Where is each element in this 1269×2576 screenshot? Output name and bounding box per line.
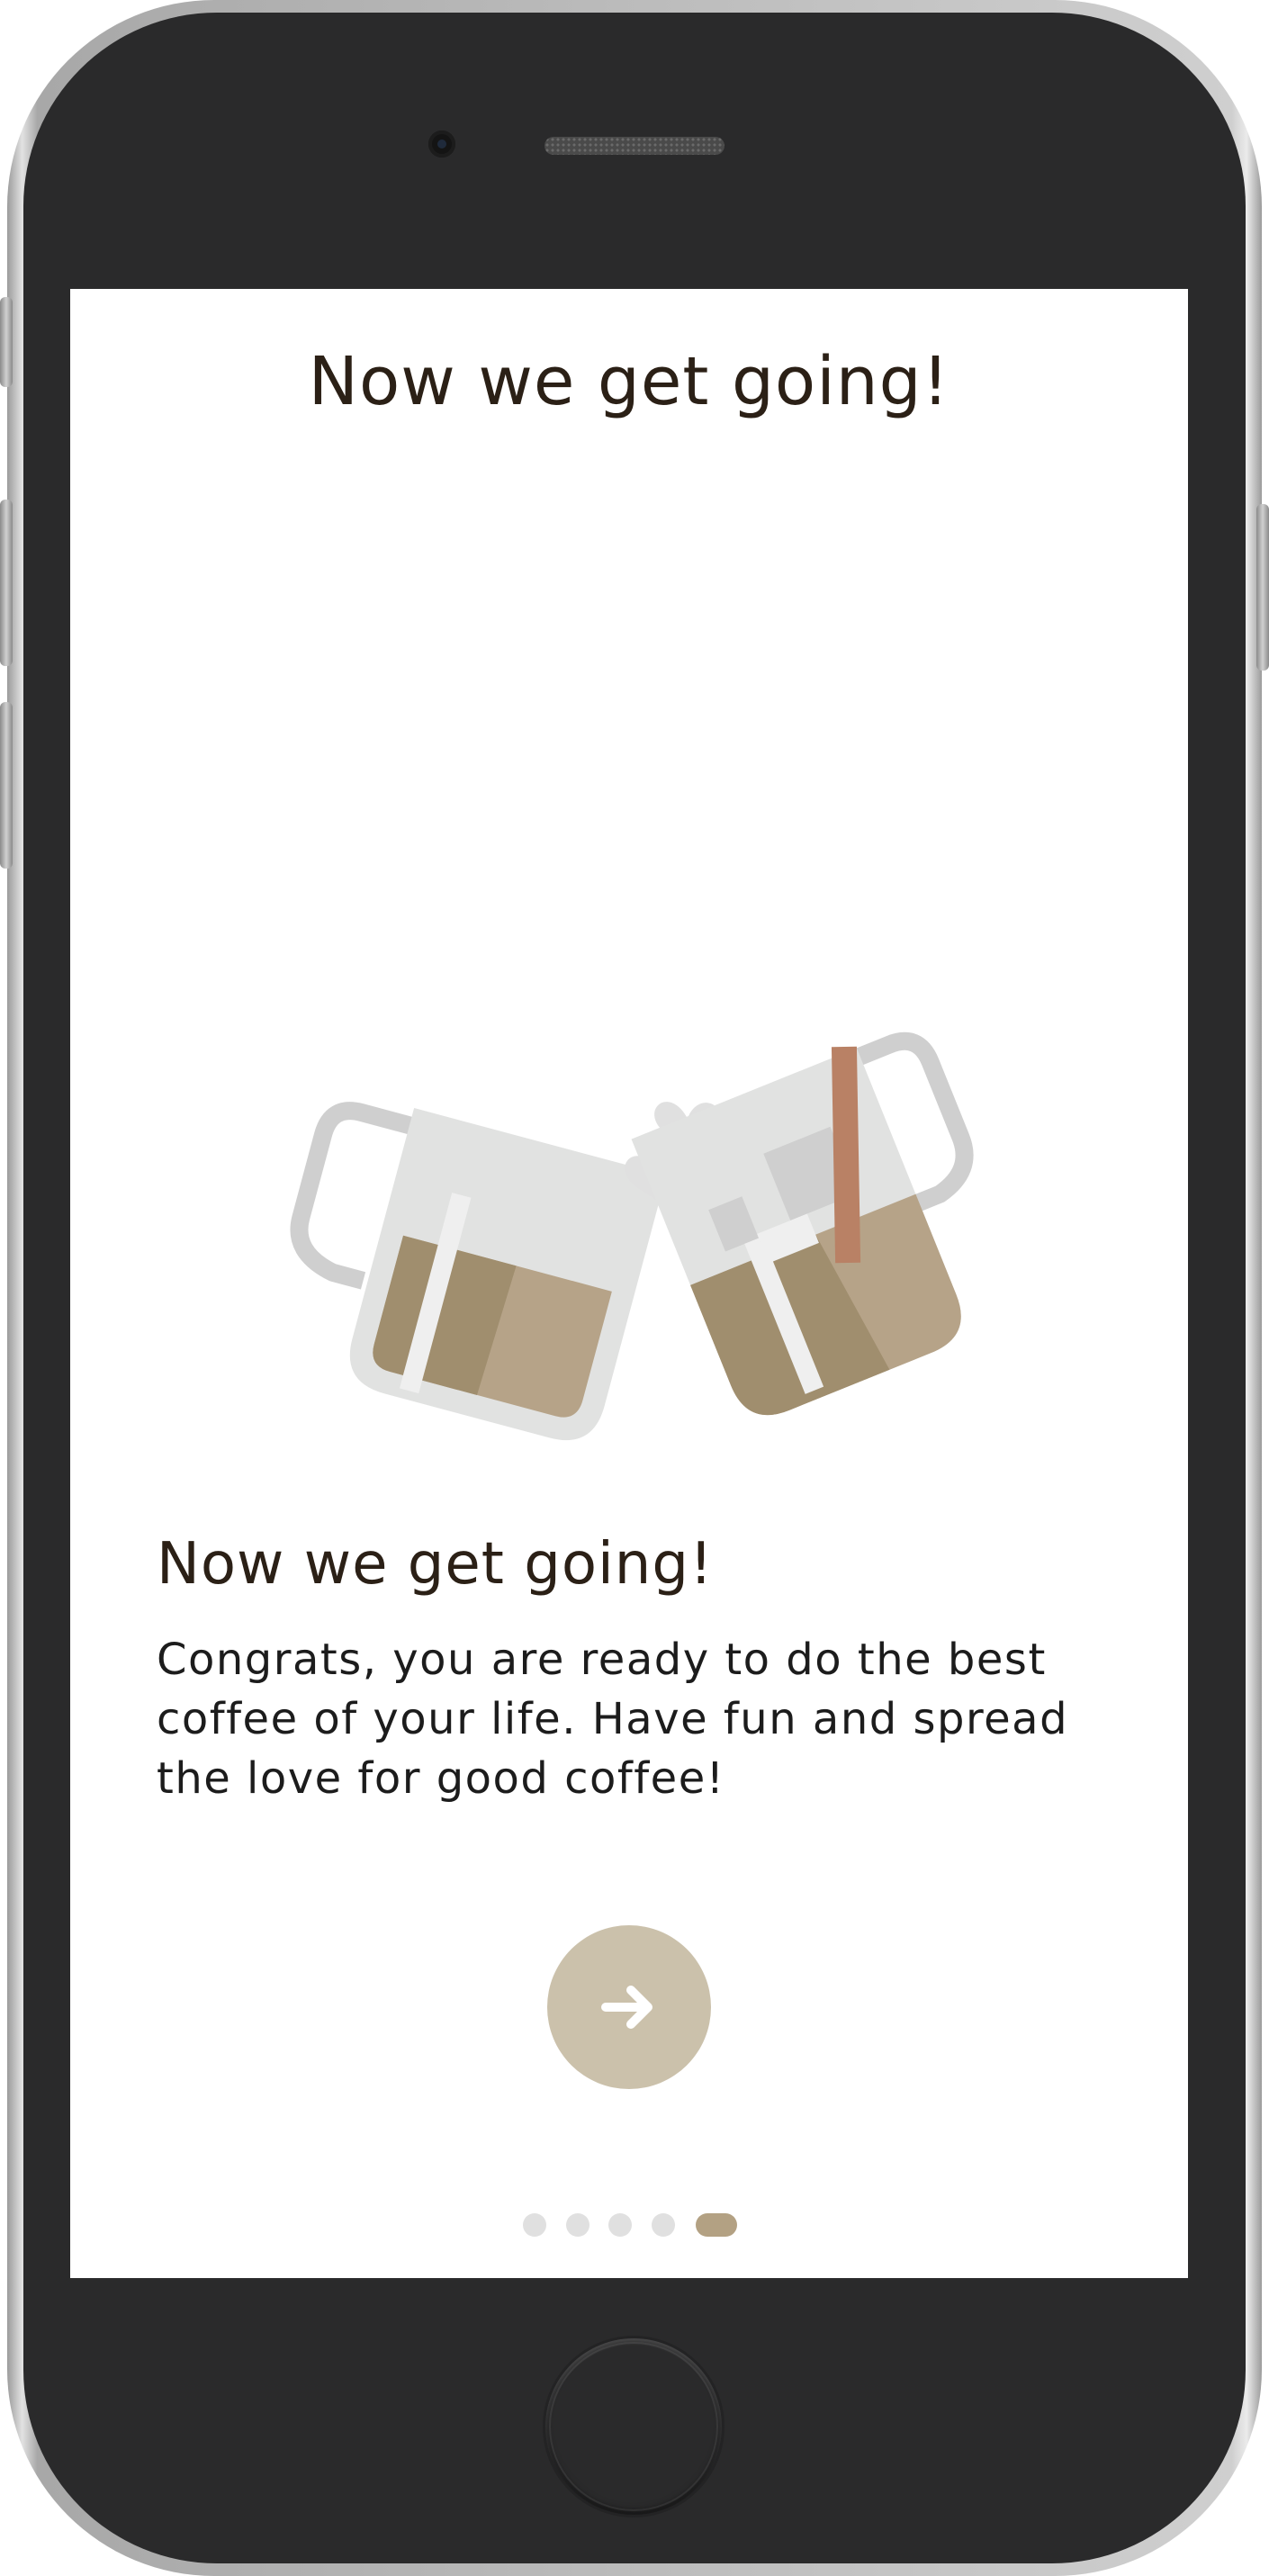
two-coffee-mugs-cheers-illustration [290, 1031, 974, 1441]
right-mug [631, 1031, 974, 1416]
section-heading: Now we get going! [157, 1531, 714, 1598]
front-camera [428, 131, 455, 158]
page-title: Now we get going! [308, 343, 950, 420]
arrow-right-icon [601, 1986, 652, 2029]
description-text: Congrats, you are ready to do the best c… [157, 1635, 1069, 1804]
page-dot-1[interactable] [523, 2213, 546, 2237]
left-mug [290, 1102, 667, 1441]
stirrer-stick [831, 1046, 861, 1264]
side-button-mute [0, 297, 13, 387]
side-button-volume-down [0, 702, 13, 869]
side-button-power [1256, 504, 1269, 671]
page-indicator [70, 2213, 1188, 2240]
next-button[interactable] [547, 1925, 711, 2089]
page-dot-5-active[interactable] [696, 2213, 737, 2237]
page-dot-3[interactable] [608, 2213, 632, 2237]
page-dot-2[interactable] [566, 2213, 590, 2237]
side-button-volume-up [0, 500, 13, 666]
earpiece-speaker [544, 137, 724, 155]
page-dot-4[interactable] [652, 2213, 675, 2237]
app-screen: Now we get going! Now we get going! Cong… [70, 289, 1188, 2278]
home-button[interactable] [545, 2338, 722, 2515]
